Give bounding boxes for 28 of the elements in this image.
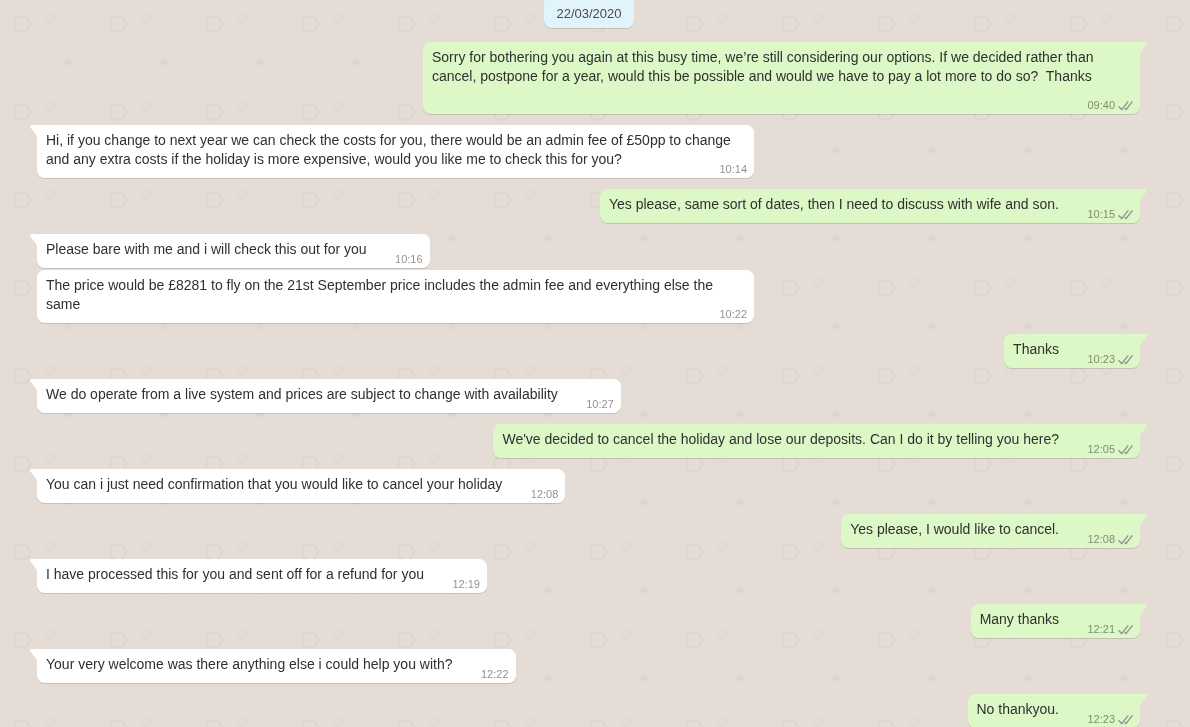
message-time: 12:05: [1087, 443, 1115, 456]
message-time: 12:19: [452, 578, 480, 591]
message-text: Please bare with me and i will check this out for you: [46, 241, 367, 257]
message-text: No thankyou.: [976, 701, 1059, 717]
message-text: We do operate from a live system and prices are subject to change with availability: [46, 386, 558, 402]
message-time: 10:23: [1087, 353, 1115, 366]
message-time: 10:27: [586, 398, 614, 411]
message-time: 10:22: [719, 308, 747, 321]
message-time: 12:22: [480, 668, 509, 681]
message-text: I have processed this for you and sent off for a refund for you: [46, 566, 424, 582]
message-time: 12:23: [1087, 713, 1115, 726]
message-text: Your very welcome was there anything else i could help you with?: [46, 656, 453, 672]
message-time: 10:16: [395, 253, 423, 266]
message-text: Sorry for bothering you again at this busy time, we’re still considering our options. If we decided rather than cancel, postpone for a year, would this be possible and would we have to pay a lot more to do so? Thanks: [432, 49, 1095, 84]
message-time: 10:15: [1087, 208, 1115, 221]
message-time: 12:08: [1087, 533, 1115, 546]
message-text: We've decided to cancel the holiday and lose our deposits. Can I do it by telling you here?: [502, 431, 1059, 447]
message-text: Many thanks: [979, 611, 1059, 627]
date-chip: 22/03/2020: [544, 0, 634, 28]
message-text: Yes please, same sort of dates, then I need to discuss with wife and son.: [608, 196, 1059, 212]
message-time: 10:14: [719, 163, 747, 176]
message-time: 12:08: [530, 488, 559, 501]
message-time: 09:40: [1087, 99, 1115, 112]
message-text: Thanks: [1013, 341, 1059, 357]
message-text: You can i just need confirmation that you would like to cancel your holiday: [46, 476, 503, 492]
message-text: Yes please, I would like to cancel.: [850, 521, 1059, 537]
message-text: The price would be £8281 to fly on the 21st September price includes the admin fee and everything else the same: [46, 277, 714, 312]
message-time: 12:21: [1087, 623, 1115, 636]
